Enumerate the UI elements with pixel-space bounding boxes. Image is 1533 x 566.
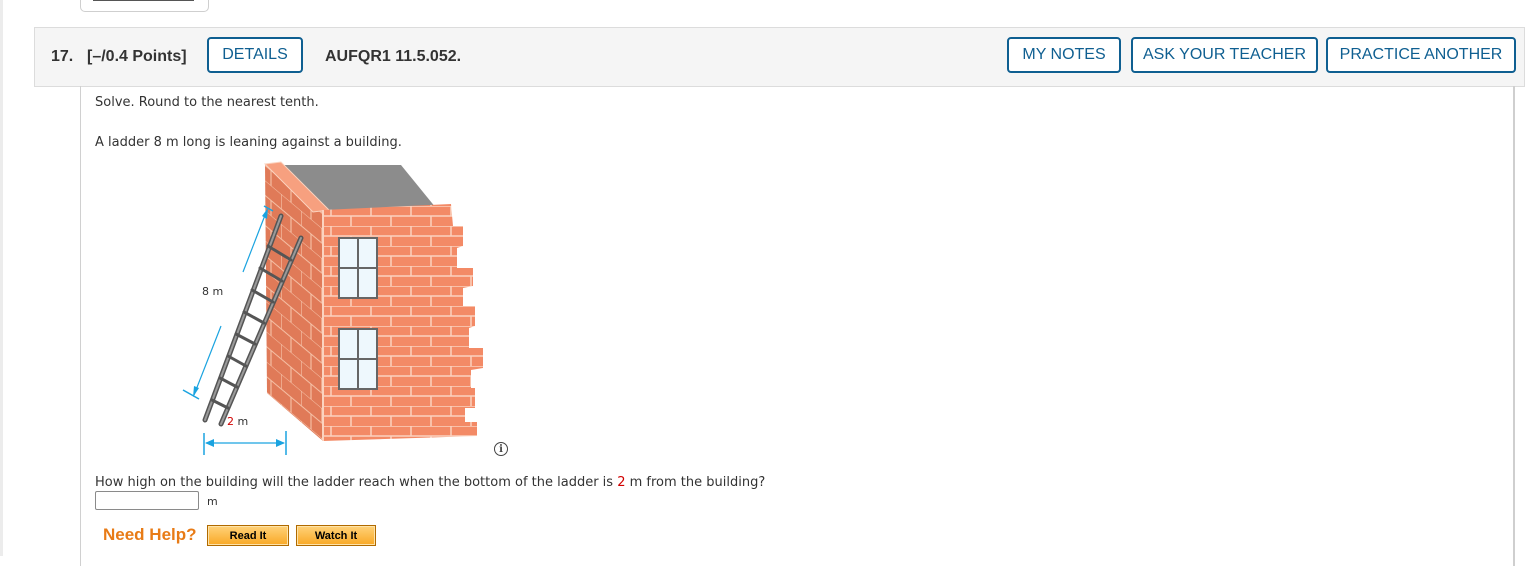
watch-it-button[interactable]: Watch It: [296, 525, 376, 546]
question-points: [–/0.4 Points]: [87, 48, 187, 65]
ask-your-teacher-button[interactable]: ASK YOUR TEACHER: [1131, 37, 1318, 73]
base-distance-unit: m: [234, 415, 249, 428]
previous-question-answer-box: [80, 0, 209, 12]
info-circle-icon[interactable]: i: [494, 442, 508, 456]
question-header: 17. [–/0.4 Points] DETAILS AUFQR1 11.5.0…: [34, 27, 1525, 87]
ladder-building-figure: [182, 161, 483, 455]
question-number: 17.: [51, 48, 74, 65]
need-help-label: Need Help?: [103, 525, 197, 544]
read-it-button[interactable]: Read It: [207, 525, 289, 546]
answer-unit: m: [207, 495, 218, 508]
question-body: Solve. Round to the nearest tenth. A lad…: [80, 86, 1515, 566]
answer-input[interactable]: [95, 491, 199, 510]
window-lower: [338, 328, 378, 390]
window-upper: [338, 237, 378, 299]
prompt-text-after: m from the building?: [625, 475, 766, 490]
base-distance-label: 2 m: [227, 415, 248, 428]
my-notes-button[interactable]: MY NOTES: [1007, 37, 1121, 73]
problem-setup-text: A ladder 8 m long is leaning against a b…: [95, 135, 402, 150]
question-prompt: How high on the building will the ladder…: [95, 475, 765, 490]
base-distance-value: 2: [227, 415, 234, 428]
details-button[interactable]: DETAILS: [207, 37, 303, 73]
ladder-length-dimension: [182, 205, 274, 400]
question-code: AUFQR1 11.5.052.: [325, 48, 462, 65]
instruction-text: Solve. Round to the nearest tenth.: [95, 95, 319, 110]
practice-another-button[interactable]: PRACTICE ANOTHER: [1326, 37, 1516, 73]
page-edge: [0, 0, 3, 556]
base-distance-dimension: [203, 431, 287, 455]
previous-answer-underline: [93, 0, 194, 1]
prompt-text-before: How high on the building will the ladder…: [95, 475, 618, 490]
ladder-length-label: 8 m: [202, 285, 224, 298]
